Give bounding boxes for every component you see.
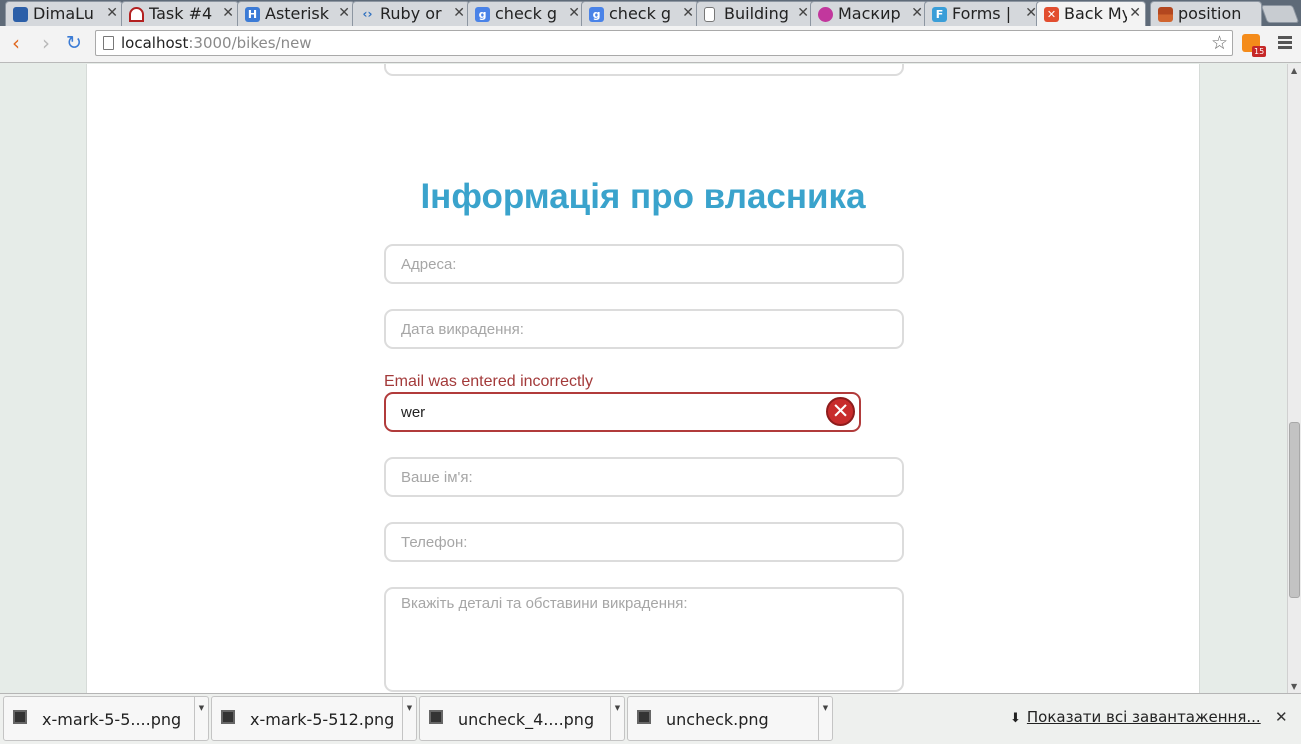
tab-strip: DimaLu ✕ Task #4 ✕ H Asterisk ✕ ‹› Ruby … (0, 0, 1301, 27)
download-filename: x-mark-5-5....png (42, 710, 182, 729)
close-icon[interactable]: ✕ (1275, 708, 1288, 726)
close-icon[interactable]: ✕ (797, 5, 809, 21)
close-icon[interactable]: ✕ (911, 5, 923, 21)
tab-label: DimaLu (33, 4, 94, 23)
close-icon[interactable]: ✕ (106, 5, 118, 21)
google-icon: g (475, 7, 490, 22)
image-file-icon (221, 710, 235, 724)
chevron-down-icon[interactable]: ▼ (194, 697, 208, 740)
tab-2[interactable]: Task #4 ✕ (121, 1, 239, 26)
redmine-icon (129, 7, 144, 22)
tab-label: Маскир (838, 4, 901, 23)
phone-placeholder: Телефон: (401, 534, 468, 551)
name-field[interactable]: Ваше ім'я: (384, 457, 904, 497)
address-bar[interactable]: localhost:3000/bikes/new ☆ (95, 30, 1233, 56)
download-item[interactable]: uncheck.png ▼ (627, 696, 833, 741)
scrollbar-thumb[interactable] (1289, 422, 1300, 598)
tab-5[interactable]: g check g ✕ (467, 1, 585, 26)
name-placeholder: Ваше ім'я: (401, 469, 473, 486)
image-file-icon (13, 710, 27, 724)
f-icon: F (932, 7, 947, 22)
image-file-icon (637, 710, 651, 724)
circle-icon (818, 7, 833, 22)
tab-label: check g (609, 4, 672, 23)
browser-toolbar: ‹ › ↻ localhost:3000/bikes/new ☆ 15 (0, 26, 1301, 63)
previous-field[interactable] (384, 64, 904, 76)
page-icon (103, 36, 114, 50)
download-item[interactable]: uncheck_4....png ▼ (419, 696, 625, 741)
address-field[interactable]: Адреса: (384, 244, 904, 284)
tab-4[interactable]: ‹› Ruby or ✕ (352, 1, 470, 26)
reload-icon[interactable]: ↻ (63, 32, 85, 54)
new-tab-button[interactable] (1260, 5, 1300, 23)
code-icon: ‹› (362, 7, 373, 21)
tab-label: Building (724, 4, 789, 23)
download-filename: x-mark-5-512.png (250, 710, 395, 729)
close-icon[interactable]: ✕ (568, 5, 580, 21)
back-icon[interactable]: ‹ (5, 32, 27, 54)
tab-label: Asterisk (265, 4, 330, 23)
close-icon[interactable]: ✕ (1129, 5, 1141, 21)
email-field[interactable]: wer ✕ (384, 392, 861, 432)
tab-9[interactable]: F Forms | ✕ (924, 1, 1042, 26)
tab-7[interactable]: Building ✕ (696, 1, 814, 26)
details-textarea[interactable]: Вкажіть деталі та обставини викрадення: (384, 587, 904, 692)
tab-label: Task #4 (149, 4, 213, 23)
tab-6[interactable]: g check g ✕ (581, 1, 699, 26)
page-content: Інформація про власника Адреса: Дата вик… (86, 64, 1200, 693)
blocks-icon (1158, 7, 1173, 22)
close-icon[interactable]: ✕ (338, 5, 350, 21)
close-icon[interactable]: ✕ (222, 5, 234, 21)
chevron-down-icon[interactable]: ▼ (402, 697, 416, 740)
image-file-icon (429, 710, 443, 724)
address-placeholder: Адреса: (401, 256, 457, 273)
tab-label: Back My (1064, 4, 1127, 23)
download-filename: uncheck.png (666, 710, 769, 729)
tab-label: Ruby or (380, 4, 442, 23)
show-all-label: Показати всі завантаження... (1026, 708, 1261, 726)
tab-3[interactable]: H Asterisk ✕ (237, 1, 355, 26)
tab-1[interactable]: DimaLu ✕ (5, 1, 123, 26)
google-icon: g (589, 7, 604, 22)
show-all-downloads-link[interactable]: ⬇ Показати всі завантаження... (1010, 708, 1261, 726)
bookmark-star-icon[interactable]: ☆ (1211, 32, 1228, 54)
download-filename: uncheck_4....png (458, 710, 595, 729)
tab-10-active[interactable]: ✕ Back My ✕ (1036, 1, 1146, 27)
chevron-down-icon[interactable]: ▼ (818, 697, 832, 740)
scroll-down-icon[interactable]: ▼ (1291, 682, 1297, 691)
theft-date-placeholder: Дата викрадення: (401, 321, 524, 338)
download-arrow-icon: ⬇ (1010, 711, 1021, 726)
download-item[interactable]: x-mark-5-512.png ▼ (211, 696, 417, 741)
email-value: wer (401, 404, 426, 421)
tab-11[interactable]: position (1150, 1, 1262, 26)
vertical-scrollbar[interactable]: ▲ ▼ (1287, 64, 1301, 693)
error-x-icon: ✕ (826, 397, 855, 426)
close-icon[interactable]: ✕ (682, 5, 694, 21)
email-error-message: Email was entered incorrectly (384, 373, 593, 390)
tab-label: check g (495, 4, 558, 23)
shield-icon (13, 7, 28, 22)
section-title: Інформація про власника (420, 177, 866, 216)
bike-icon: ✕ (1044, 7, 1059, 22)
tab-label: position (1178, 4, 1242, 23)
tab-label: Forms | (952, 4, 1012, 23)
page-icon (704, 7, 715, 22)
menu-icon[interactable] (1278, 36, 1292, 51)
close-icon[interactable]: ✕ (453, 5, 465, 21)
download-shelf: x-mark-5-5....png ▼ x-mark-5-512.png ▼ u… (0, 693, 1301, 744)
theft-date-field[interactable]: Дата викрадення: (384, 309, 904, 349)
rss-badge: 15 (1252, 46, 1267, 57)
phone-field[interactable]: Телефон: (384, 522, 904, 562)
url-host: localhost (121, 34, 189, 52)
page-viewport: Інформація про власника Адреса: Дата вик… (0, 64, 1287, 693)
url-text[interactable]: localhost:3000/bikes/new (121, 34, 312, 52)
download-item[interactable]: x-mark-5-5....png ▼ (3, 696, 209, 741)
details-placeholder: Вкажіть деталі та обставини викрадення: (401, 595, 688, 612)
tab-8[interactable]: Маскир ✕ (810, 1, 928, 26)
forward-icon[interactable]: › (35, 32, 57, 54)
url-path: :3000/bikes/new (188, 34, 312, 52)
chevron-down-icon[interactable]: ▼ (610, 697, 624, 740)
h-icon: H (245, 7, 260, 22)
scroll-up-icon[interactable]: ▲ (1291, 66, 1297, 75)
